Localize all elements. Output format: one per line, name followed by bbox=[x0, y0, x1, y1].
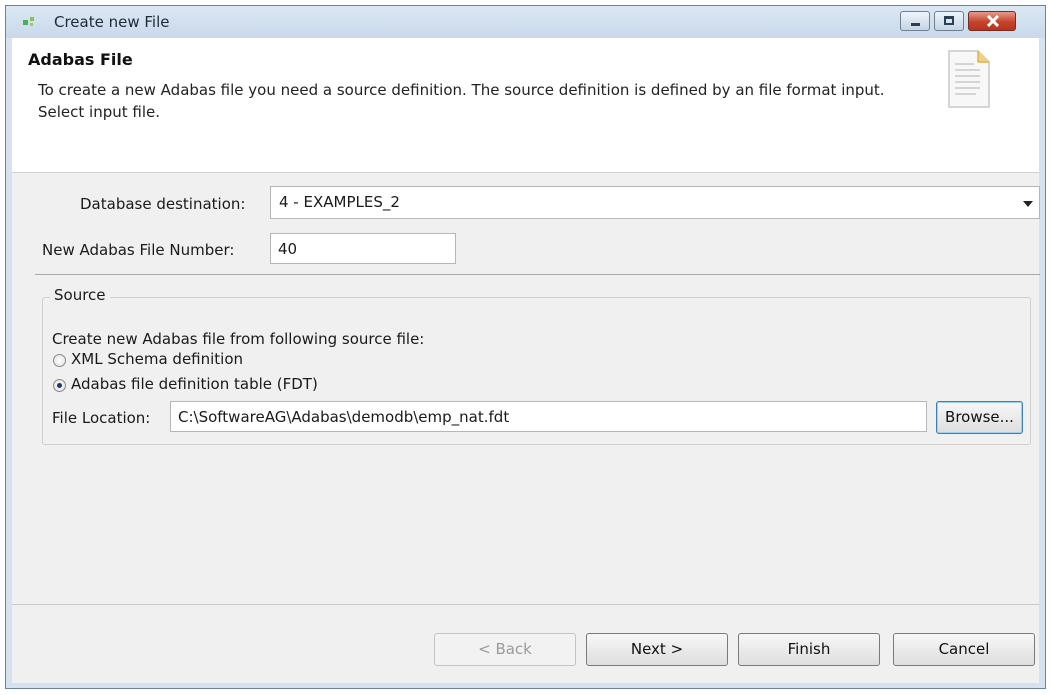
file-location-input[interactable]: C:\SoftwareAG\Adabas\demodb\emp_nat.fdt bbox=[170, 401, 927, 432]
option-fdt-label[interactable]: Adabas file definition table (FDT) bbox=[71, 375, 318, 393]
file-number-label: New Adabas File Number: bbox=[42, 241, 235, 259]
browse-button[interactable]: Browse... bbox=[936, 401, 1023, 434]
maximize-button[interactable] bbox=[934, 11, 964, 31]
cancel-button[interactable]: Cancel bbox=[893, 633, 1035, 666]
document-icon bbox=[948, 50, 990, 108]
db-destination-select[interactable]: 4 - EXAMPLES_2 bbox=[270, 186, 1040, 219]
chevron-down-icon[interactable] bbox=[1023, 201, 1033, 207]
restore-icon bbox=[944, 16, 954, 25]
page-description: To create a new Adabas file you need a s… bbox=[38, 81, 885, 121]
db-destination-value: 4 - EXAMPLES_2 bbox=[279, 193, 400, 211]
file-number-value: 40 bbox=[278, 240, 298, 258]
radio-fdt[interactable] bbox=[53, 379, 66, 392]
option-xml-schema-label[interactable]: XML Schema definition bbox=[71, 350, 243, 368]
next-button[interactable]: Next > bbox=[586, 633, 728, 666]
title-bar[interactable]: Create new File bbox=[6, 6, 1045, 38]
dialog-body: Adabas File To create a new Adabas file … bbox=[12, 38, 1040, 683]
page-title: Adabas File bbox=[28, 50, 133, 69]
back-button[interactable]: < Back bbox=[434, 633, 576, 666]
minimize-button[interactable] bbox=[900, 11, 930, 31]
close-button[interactable] bbox=[968, 11, 1016, 31]
footer-divider bbox=[12, 604, 1039, 605]
db-destination-label: Database destination: bbox=[80, 195, 246, 213]
wizard-header: Adabas File To create a new Adabas file … bbox=[12, 38, 1039, 173]
file-location-label: File Location: bbox=[52, 409, 151, 427]
source-group-title: Source bbox=[50, 286, 110, 304]
file-location-value: C:\SoftwareAG\Adabas\demodb\emp_nat.fdt bbox=[178, 408, 510, 426]
dialog-window: Create new File Adabas File To create a … bbox=[5, 5, 1046, 689]
divider bbox=[35, 274, 1040, 275]
finish-button[interactable]: Finish bbox=[738, 633, 880, 666]
source-instruction: Create new Adabas file from following so… bbox=[52, 330, 425, 348]
minimize-icon bbox=[911, 23, 920, 26]
close-icon bbox=[986, 15, 1000, 27]
window-title: Create new File bbox=[54, 13, 170, 31]
app-icon bbox=[23, 17, 37, 27]
file-number-input[interactable]: 40 bbox=[270, 233, 456, 264]
radio-xml-schema[interactable] bbox=[53, 354, 66, 367]
